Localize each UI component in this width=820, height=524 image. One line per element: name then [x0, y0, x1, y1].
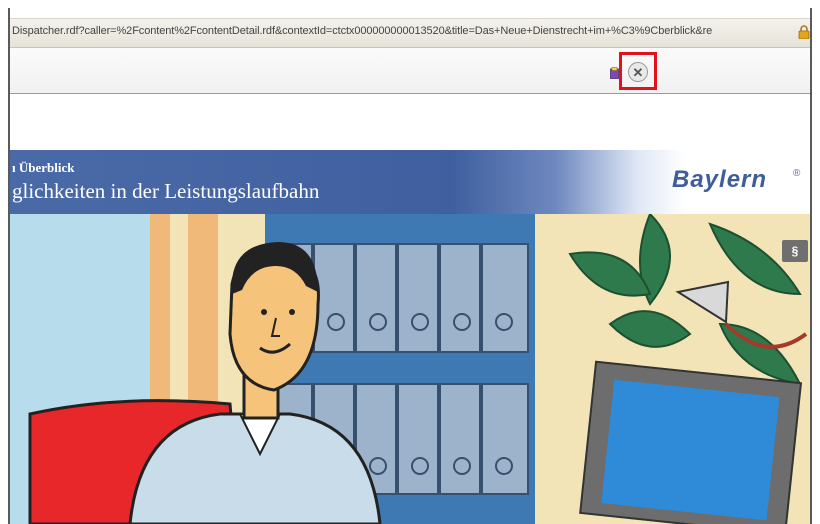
- banner-subtitle: ı Überblick: [12, 160, 75, 175]
- registered-mark: ®: [793, 168, 801, 179]
- toolbar: ✕: [10, 48, 810, 94]
- paragraph-button[interactable]: §: [782, 240, 808, 262]
- banner-title: glichkeiten in der Leistungslaufbahn: [12, 179, 320, 203]
- bayern-logo: Baylern: [672, 166, 768, 193]
- monitor: [579, 360, 803, 524]
- address-bar[interactable]: Dispatcher.rdf?caller=%2Fcontent%2Fconte…: [10, 18, 810, 48]
- blank-area: [10, 94, 810, 150]
- cartoon-scene: [10, 214, 810, 524]
- highlight-box: [619, 52, 657, 90]
- lock-icon: [798, 25, 810, 39]
- page-icon: [610, 67, 619, 79]
- browser-window: Dispatcher.rdf?caller=%2Fcontent%2Fconte…: [8, 8, 812, 524]
- url-text[interactable]: Dispatcher.rdf?caller=%2Fcontent%2Fconte…: [12, 25, 712, 37]
